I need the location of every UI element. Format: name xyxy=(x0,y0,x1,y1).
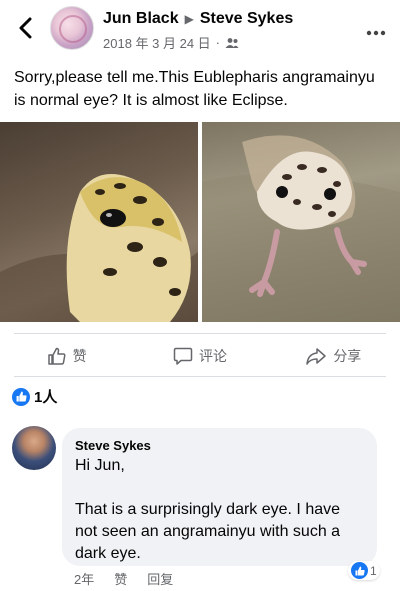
back-arrow-icon xyxy=(19,17,32,39)
post-date[interactable]: 2018 年 3 月 24 日 xyxy=(103,33,211,52)
post-header: Jun Black ▶ Steve Sykes 2018 年 3 月 24 日 … xyxy=(0,0,400,56)
comment-footer: 2年 赞 回复 xyxy=(74,569,173,588)
back-button[interactable] xyxy=(12,14,38,42)
comment-like-button[interactable]: 赞 xyxy=(114,569,127,588)
gecko-photo-2[interactable] xyxy=(202,122,400,322)
friends-audience-icon xyxy=(225,37,239,48)
comment-button[interactable]: 评论 xyxy=(133,336,266,376)
share-label: 分享 xyxy=(333,348,362,364)
share-button[interactable]: 分享 xyxy=(267,336,400,376)
commenter-avatar[interactable] xyxy=(12,426,56,470)
thumbs-up-icon xyxy=(47,347,66,365)
gecko-illustration-1 xyxy=(0,174,198,322)
comment-age[interactable]: 2年 xyxy=(74,569,94,588)
gecko-illustration-2 xyxy=(202,135,400,322)
comment-bubble-icon xyxy=(173,347,193,365)
comment-like-count: 1 xyxy=(370,563,377,578)
share-arrow-icon xyxy=(306,348,327,365)
more-options-button[interactable] xyxy=(366,16,386,42)
post-text: Sorry,please tell me.This Eublepharis an… xyxy=(14,69,375,109)
comment-label: 评论 xyxy=(198,348,227,364)
more-options-icon xyxy=(366,30,386,36)
target-profile-name[interactable]: Steve Sykes xyxy=(200,10,293,28)
like-button[interactable]: 赞 xyxy=(0,336,133,376)
divider-top xyxy=(14,333,386,334)
shared-to-arrow-icon: ▶ xyxy=(184,12,194,26)
like-label: 赞 xyxy=(72,348,87,364)
gecko-photo-1[interactable] xyxy=(0,122,198,322)
comment-reaction-badge[interactable]: 1 xyxy=(348,561,380,580)
post-action-bar: 赞 评论 分享 xyxy=(0,336,400,376)
thumbs-up-icon xyxy=(16,391,27,402)
comment-text: Hi Jun, That is a surprisingly dark eye.… xyxy=(75,457,341,562)
like-reaction-icon xyxy=(351,562,368,579)
comment-bubble: Steve Sykes Hi Jun, That is a surprising… xyxy=(62,428,377,566)
comment-reply-button[interactable]: 回复 xyxy=(147,569,173,588)
meta-separator: · xyxy=(215,35,221,50)
author-name[interactable]: Jun Black xyxy=(103,10,179,28)
thumbs-up-icon xyxy=(355,566,365,575)
post-title: Jun Black ▶ Steve Sykes xyxy=(103,10,293,28)
reaction-summary[interactable]: 1人 xyxy=(12,386,57,407)
comment-author[interactable]: Steve Sykes xyxy=(75,438,364,453)
photo-grid xyxy=(0,122,400,322)
avatar-illustration xyxy=(59,15,87,43)
divider-bottom xyxy=(14,376,386,377)
post-meta: 2018 年 3 月 24 日 · xyxy=(103,33,239,52)
author-avatar[interactable] xyxy=(50,6,94,50)
like-reaction-icon xyxy=(12,387,30,406)
reaction-count: 1人 xyxy=(34,389,58,406)
